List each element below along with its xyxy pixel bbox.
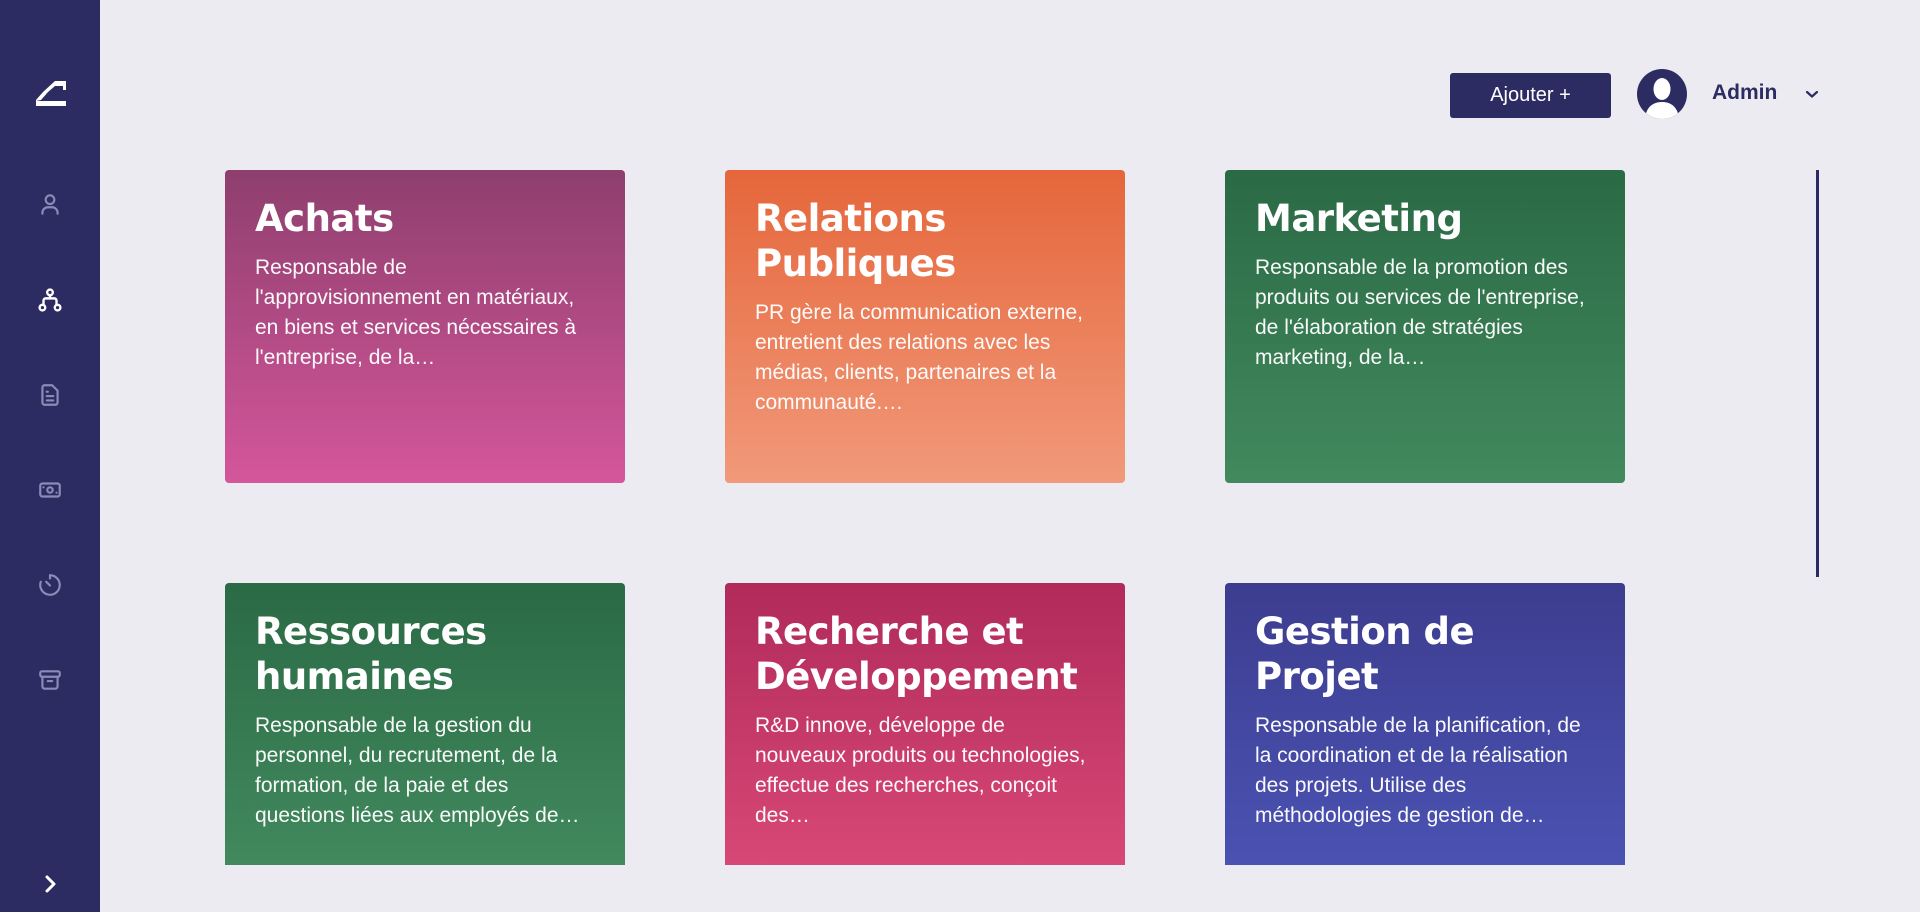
card-relations-publiques[interactable]: Relations Publiques PR gère la communica… — [725, 170, 1125, 483]
app-logo-icon[interactable] — [33, 78, 69, 112]
card-description: PR gère la communication externe, entret… — [755, 301, 1083, 414]
card-description: Responsable de l'approvisionnement en ma… — [255, 256, 576, 369]
card-title: Ressources humaines — [255, 610, 487, 698]
user-icon[interactable] — [37, 191, 63, 217]
card-description: Responsable de la promotion des produits… — [1255, 256, 1585, 369]
archive-icon[interactable] — [37, 667, 63, 693]
card-description: Responsable de la planification, de la c… — [1255, 714, 1581, 827]
card-description: Responsable de la gestion du personnel, … — [255, 714, 580, 827]
card-achats[interactable]: Achats Responsable de l'approvisionnemen… — [225, 170, 625, 483]
timer-icon[interactable] — [37, 572, 63, 598]
card-description: R&D innove, développe de nouveaux produi… — [755, 714, 1086, 827]
card-marketing[interactable]: Marketing Responsable de la promotion de… — [1225, 170, 1625, 483]
add-button[interactable]: Ajouter + — [1450, 73, 1611, 118]
card-title: Marketing — [1255, 197, 1463, 240]
card-title: Recherche et Développement — [755, 610, 1078, 698]
user-name[interactable]: Admin — [1712, 81, 1777, 105]
card-title: Gestion de Projet — [1255, 610, 1475, 698]
card-title: Relations Publiques — [755, 197, 956, 285]
org-chart-icon[interactable] — [37, 287, 63, 313]
card-recherche-developpement[interactable]: Recherche et Développement R&D innove, d… — [725, 583, 1125, 865]
card-gestion-projet[interactable]: Gestion de Projet Responsable de la plan… — [1225, 583, 1625, 865]
sidebar — [0, 0, 100, 912]
scrollbar[interactable] — [1816, 170, 1819, 577]
document-icon[interactable] — [37, 382, 63, 408]
chevron-right-icon[interactable] — [38, 872, 62, 896]
money-icon[interactable] — [37, 477, 63, 503]
card-title: Achats — [255, 197, 394, 240]
card-ressources-humaines[interactable]: Ressources humaines Responsable de la ge… — [225, 583, 625, 865]
chevron-down-icon[interactable] — [1804, 86, 1820, 102]
user-avatar-icon — [1645, 78, 1679, 119]
avatar[interactable] — [1637, 69, 1687, 119]
